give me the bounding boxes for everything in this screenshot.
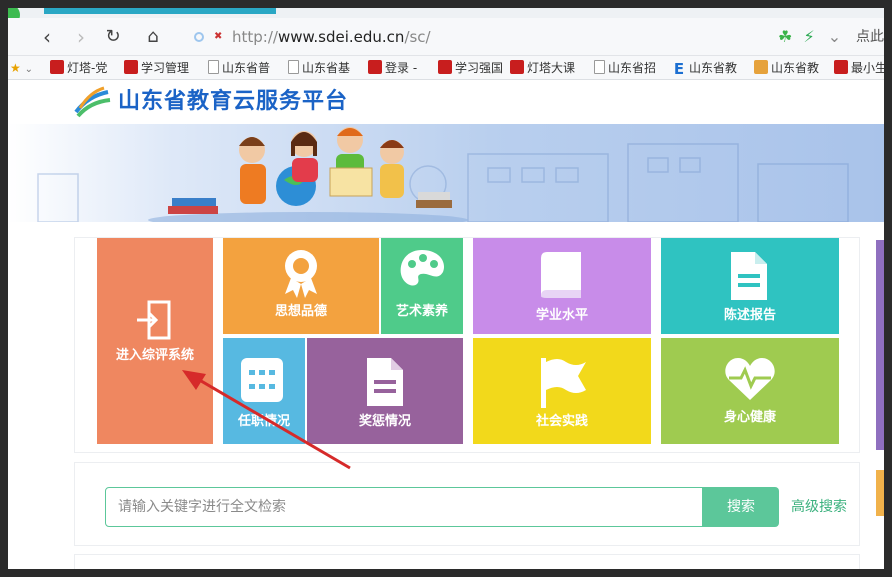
practice-tile[interactable]: 社会实践 [473,338,651,444]
enter-system-label: 进入综评系统 [115,348,194,363]
page-icon [288,60,299,74]
reload-icon[interactable]: ↻ [100,24,126,50]
bookmark-item[interactable]: 山东省教 [754,59,819,77]
advanced-search-link[interactable]: 高级搜索 [791,487,847,527]
bookmark-item[interactable]: 山东省普 [208,59,270,77]
lightning-icon[interactable]: ⚡ [803,27,814,46]
page-icon [594,60,605,74]
back-icon[interactable]: ‹ [34,24,60,50]
duty-label: 任职情况 [237,414,290,429]
bookmark-item[interactable]: 最小生 [834,59,884,77]
tower-icon [368,60,382,74]
document-icon [367,358,403,406]
heart-pulse-icon [725,358,775,400]
clover-icon[interactable]: ☘ [778,27,792,46]
flag-icon [541,358,586,408]
book-icon [541,252,581,298]
bookmarks-bar: ★ ⌄ 灯塔-党 学习管理 山东省普 山东省基 登录 - 学习强国 灯塔大课 山… [8,56,884,80]
report-label: 陈述报告 [723,308,776,323]
site-logo-icon [74,86,111,118]
list-icon [241,358,283,402]
health-label: 身心健康 [723,410,776,425]
right-side-strip [876,240,884,450]
bookmark-item[interactable]: 学习管理 [124,59,189,77]
site-title[interactable]: 山东省教育云服务平台 [118,86,348,118]
forward-icon[interactable]: › [68,24,94,50]
search-button[interactable]: 搜索 [703,487,779,527]
palette-icon [400,250,445,286]
moral-label: 思想品德 [274,304,327,319]
site-header: 山东省教育云服务平台 [8,80,884,124]
xuexi-icon [124,60,138,74]
edu-e-icon: E [673,60,685,78]
bookmark-item[interactable]: 登录 - [368,59,417,77]
art-label: 艺术素养 [395,304,448,319]
academic-label: 学业水平 [535,308,588,323]
practice-label: 社会实践 [535,414,588,429]
page-icon [208,60,219,74]
bookmark-item[interactable]: 灯塔-党 [50,59,107,77]
insecure-icon: ✖ [214,31,223,42]
c-icon [834,60,848,74]
bookmark-item[interactable]: 山东省基 [288,59,350,77]
bookmark-item[interactable]: 学习强国 [438,59,503,77]
bookmarks-star-icon[interactable]: ★ ⌄ [10,59,33,77]
url-scheme: http:// [232,28,278,46]
active-tab-indicator[interactable] [44,8,276,14]
tower-icon [50,60,64,74]
bookmark-item[interactable]: E 山东省教 [672,59,737,77]
banner-illustration [37,127,849,222]
right-side-strip-orange [876,470,884,516]
navigation-bar: ‹ › ↻ ⌂ ✖ http://www.sdei.edu.cn/sc/ ☘ ⚡… [8,18,884,56]
search-panel: 请输入关键字进行全文检索 搜索 高级搜索 [74,462,860,546]
page-info-icon[interactable] [194,32,204,42]
door-enter-icon [137,300,171,340]
health-tile[interactable]: 身心健康 [661,338,839,444]
medal-icon [285,250,317,298]
art-tile[interactable]: 艺术素养 [381,238,463,334]
duty-tile[interactable]: 任职情况 [223,338,305,444]
enter-system-tile[interactable]: 进入综评系统 [97,238,213,444]
banner-image [8,124,884,222]
url-host: www.sdei.edu.cn [277,28,405,46]
tab-strip [8,8,884,18]
report-tile[interactable]: 陈述报告 [661,238,839,334]
lower-panel [74,554,860,569]
pen-icon [754,60,768,74]
academic-tile[interactable]: 学业水平 [473,238,651,334]
moral-tile[interactable]: 思想品德 [223,238,379,334]
reward-label: 奖惩情况 [358,414,411,429]
url-path: /sc/ [404,28,431,46]
module-tiles-panel: 进入综评系统 思想品德 艺术素养 学业水平 陈述报告 任职情况 奖惩情况 社会实… [74,237,860,453]
document-icon [731,252,767,300]
bookmark-item[interactable]: 山东省招 [594,59,656,77]
search-input[interactable]: 请输入关键字进行全文检索 [105,487,703,527]
reward-tile[interactable]: 奖惩情况 [307,338,463,444]
web-page: 山东省教育云服务平台 进入综评系统 思想品德 艺术素养 学业水平 陈述报告 任职… [8,80,884,569]
bookmark-item[interactable]: 灯塔大课 [510,59,575,77]
browser-window: ‹ › ↻ ⌂ ✖ http://www.sdei.edu.cn/sc/ ☘ ⚡… [8,8,884,569]
xuexi-icon [438,60,452,74]
right-toolbar-text[interactable]: 点此 [856,26,884,48]
address-bar[interactable]: http://www.sdei.edu.cn/sc/ [232,26,832,48]
chevron-down-icon[interactable]: ⌄ [828,27,841,46]
home-icon[interactable]: ⌂ [140,24,166,50]
tower-icon [510,60,524,74]
address-bar-actions: ☘ ⚡ ⌄ [778,26,841,48]
